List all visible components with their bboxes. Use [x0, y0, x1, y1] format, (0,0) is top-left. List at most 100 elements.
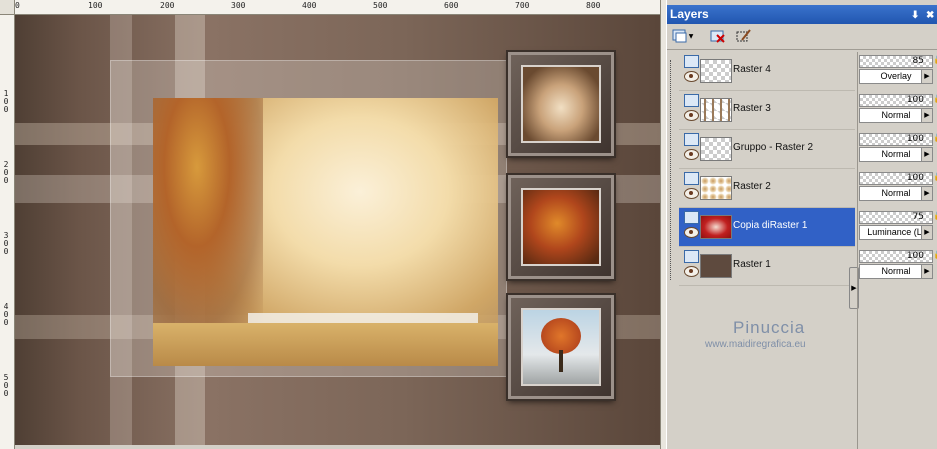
opacity-value: 100	[906, 95, 924, 105]
blend-mode-select[interactable]: Normal ▶	[859, 186, 933, 201]
layer-row-copia-diraster-1[interactable]: Copia diRaster 1	[679, 208, 855, 247]
visibility-eye-icon[interactable]	[684, 188, 699, 199]
group-layer-icon	[684, 133, 699, 146]
opacity-slider[interactable]: 100	[859, 250, 933, 263]
picture-frame-leaves	[508, 175, 614, 279]
layer-props-raster-1: 100 Normal ▶ 🔒	[857, 247, 937, 285]
ruler-label: 200	[160, 1, 175, 10]
opacity-value: 100	[906, 134, 924, 144]
lock-icon[interactable]: 🔒	[933, 250, 937, 260]
blend-mode-value: Luminance (L)	[867, 227, 925, 237]
opacity-slider[interactable]: 75	[859, 211, 933, 224]
layer-name: Raster 3	[733, 103, 771, 114]
lock-icon[interactable]: 🔒	[933, 172, 937, 182]
chevron-right-icon[interactable]: ▶	[921, 109, 932, 122]
blend-mode-select[interactable]: Normal ▶	[859, 147, 933, 162]
opacity-slider[interactable]: 100	[859, 94, 933, 107]
layer-name: Raster 2	[733, 181, 771, 192]
ruler-label: 4 0 0	[3, 302, 9, 327]
blend-mode-select[interactable]: Normal ▶	[859, 108, 933, 123]
opacity-slider[interactable]: 85	[859, 55, 933, 68]
layer-row-raster-2[interactable]: Raster 2	[679, 169, 855, 208]
chevron-right-icon[interactable]: ▶	[921, 226, 932, 239]
layer-thumbnail	[700, 59, 732, 83]
layer-thumbnail	[700, 176, 732, 200]
autumn-trees	[153, 98, 263, 328]
layer-props-gruppo-raster-2: 100 Normal ▶ 🔒	[857, 130, 937, 168]
opacity-slider[interactable]: 100	[859, 172, 933, 185]
layer-thumbnail	[700, 137, 732, 161]
chevron-right-icon[interactable]: ▶	[921, 187, 932, 200]
ruler-corner	[0, 0, 15, 15]
blend-mode-select[interactable]: Normal ▶	[859, 264, 933, 279]
layers-title-bar[interactable]: Layers ⬇ ✖	[667, 5, 937, 24]
opacity-value: 100	[906, 251, 924, 261]
layer-row-gruppo-raster-2[interactable]: Gruppo - Raster 2	[679, 130, 855, 169]
visibility-eye-icon[interactable]	[684, 110, 699, 121]
ruler-label: 2 0 0	[3, 160, 9, 185]
tree-crown	[541, 318, 581, 354]
tree-trunk	[559, 350, 563, 372]
layer-list: Raster 4 Raster 3 Gruppo - Raster 2 Rast…	[679, 52, 855, 288]
watermark-name: Pinuccia	[733, 318, 806, 337]
blend-mode-select[interactable]: Luminance (L) ▶	[859, 225, 933, 240]
blend-mode-value: Normal	[881, 149, 911, 159]
layer-row-raster-3[interactable]: Raster 3	[679, 91, 855, 130]
ruler-label: 5 0 0	[3, 373, 9, 398]
visibility-eye-icon[interactable]	[684, 71, 699, 82]
picture-frame-tree	[508, 295, 614, 399]
layer-name: Raster 1	[733, 259, 771, 270]
picture-frame-mushrooms	[508, 52, 614, 156]
opacity-slider[interactable]: 100	[859, 133, 933, 146]
vertical-ruler: 1 0 0 2 0 0 3 0 0 4 0 0 5 0 0	[0, 14, 15, 449]
ruler-label: 300	[231, 1, 246, 10]
watermark-url: www.maidiregrafica.eu	[705, 339, 806, 350]
lock-icon[interactable]: 🔒	[933, 133, 937, 143]
chevron-down-icon[interactable]: ▼	[687, 28, 695, 44]
blend-mode-value: Normal	[881, 266, 911, 276]
layer-thumbnail	[700, 98, 732, 122]
pin-icon[interactable]: ⬇	[911, 6, 919, 25]
raster-layer-icon	[684, 94, 699, 107]
visibility-eye-icon[interactable]	[684, 227, 699, 238]
opacity-value: 85	[912, 56, 924, 66]
ruler-label: 800	[586, 1, 601, 10]
ruler-label: 100	[88, 1, 103, 10]
ruler-label: 500	[373, 1, 388, 10]
landscape-painting	[153, 98, 498, 366]
raster-layer-icon	[684, 211, 699, 224]
chevron-right-icon[interactable]: ▶	[921, 148, 932, 161]
layers-toolbar: ▼	[667, 25, 937, 50]
close-icon[interactable]: ✖	[926, 6, 934, 25]
raster-layer-icon	[684, 172, 699, 185]
layer-row-raster-1[interactable]: Raster 1	[679, 247, 855, 286]
blend-mode-value: Overlay	[880, 71, 912, 81]
delete-layer-icon[interactable]	[709, 28, 727, 44]
blend-mode-select[interactable]: Overlay ▶	[859, 69, 933, 84]
edit-selection-icon[interactable]	[735, 28, 753, 44]
layer-props-raster-4: 85 Overlay ▶ 🔒	[857, 52, 937, 90]
lock-icon[interactable]: 🔒	[933, 55, 937, 65]
lock-icon[interactable]: 🔒	[933, 94, 937, 104]
layer-name: Copia diRaster 1	[733, 220, 808, 231]
ruler-label: 0	[15, 1, 20, 10]
autumn-tree-image	[521, 308, 601, 386]
chevron-right-icon[interactable]: ▶	[921, 70, 932, 83]
visibility-eye-icon[interactable]	[684, 149, 699, 160]
ruler-label: 700	[515, 1, 530, 10]
lock-icon[interactable]: 🔒	[933, 211, 937, 221]
snow-strip	[248, 313, 478, 323]
layer-name: Raster 4	[733, 64, 771, 75]
visibility-eye-icon[interactable]	[684, 266, 699, 277]
opacity-value: 100	[906, 173, 924, 183]
blend-mode-value: Normal	[881, 110, 911, 120]
image-canvas[interactable]	[15, 15, 660, 445]
layers-title: Layers	[670, 7, 709, 21]
autumn-leaves-image	[521, 188, 601, 266]
layer-props-copia-diraster-1: 75 Luminance (L)▶ 🔒	[857, 208, 937, 246]
mushrooms-image	[521, 65, 601, 143]
layer-row-raster-4[interactable]: Raster 4	[679, 52, 855, 91]
chevron-right-icon[interactable]: ▶	[921, 265, 932, 278]
layer-thumbnail	[700, 254, 732, 278]
layer-tree-line	[670, 60, 672, 280]
